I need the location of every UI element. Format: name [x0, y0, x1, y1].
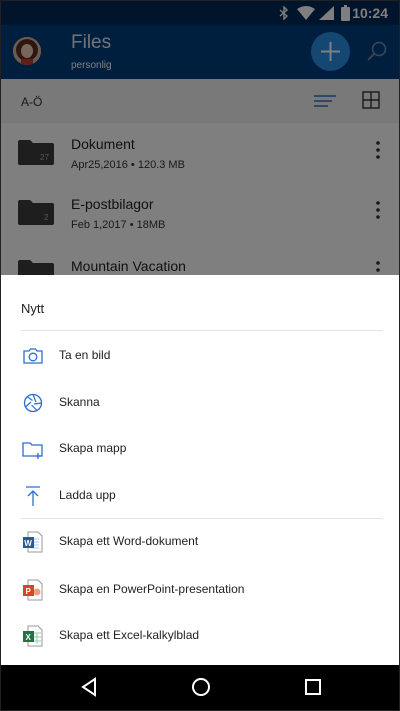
menu-item-label: Skanna [59, 395, 100, 409]
svg-text:P: P [26, 587, 32, 596]
menu-item-create-powerpoint[interactable]: P Skapa en PowerPoint-presentation [1, 567, 399, 613]
menu-item-scan[interactable]: Skanna [1, 380, 399, 426]
menu-item-create-folder[interactable]: Skapa mapp [1, 426, 399, 472]
svg-text:W: W [24, 539, 32, 548]
powerpoint-icon: P [23, 579, 43, 601]
back-icon[interactable] [80, 677, 98, 697]
sheet-title: Nytt [21, 301, 45, 316]
menu-item-label: Skapa ett Excel-kalkylblad [59, 628, 200, 642]
menu-item-upload[interactable]: Ladda upp [1, 473, 399, 519]
new-item-sheet: Nytt Ta en bild Skanna Skapa mapp Ladda … [1, 275, 399, 665]
menu-item-label: Skapa mapp [59, 441, 127, 455]
svg-text:X: X [26, 633, 32, 642]
camera-icon [23, 348, 43, 364]
menu-item-create-excel[interactable]: X Skapa ett Excel-kalkylblad [1, 613, 399, 659]
divider [21, 330, 383, 331]
upload-icon [26, 486, 40, 506]
recents-icon[interactable] [305, 679, 321, 695]
menu-item-label: Skapa ett Word-dokument [59, 534, 199, 548]
menu-item-label: Ladda upp [59, 488, 116, 502]
menu-item-label: Ta en bild [59, 348, 111, 362]
modal-scrim[interactable] [1, 1, 399, 275]
home-icon[interactable] [191, 677, 211, 697]
aperture-icon [23, 393, 43, 413]
app-frame: 10:24 Files personlig A-Ö [0, 0, 400, 711]
menu-item-create-word[interactable]: W Skapa ett Word-dokument [1, 519, 399, 565]
word-icon: W [23, 531, 43, 553]
menu-item-take-photo[interactable]: Ta en bild [1, 333, 399, 379]
menu-item-label: Skapa en PowerPoint-presentation [59, 582, 245, 596]
folder-add-icon [22, 442, 43, 459]
system-nav-bar [1, 665, 399, 710]
excel-icon: X [23, 625, 43, 647]
